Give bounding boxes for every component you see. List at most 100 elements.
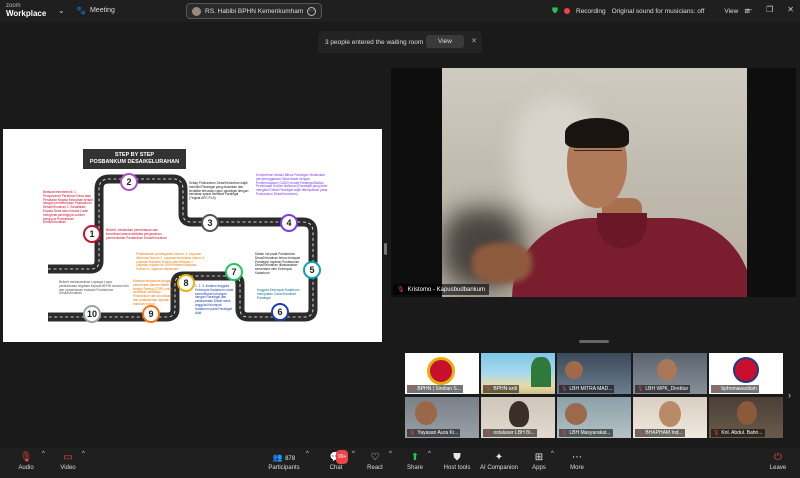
host-tools-button[interactable]: ⛊ Host tools: [440, 451, 474, 471]
participant-tile[interactable]: 🎙 LBH WPK_Direktur: [633, 353, 707, 394]
avatar: [192, 6, 201, 16]
participant-tile[interactable]: 🎙 BPHN | Sindian S...: [405, 353, 479, 394]
react-label: React: [367, 465, 383, 471]
video-button[interactable]: ▭ Video: [56, 451, 80, 471]
step-1: 1: [83, 225, 101, 243]
meeting-menu[interactable]: 🐾 Meeting: [76, 6, 115, 15]
participant-label: 🎙 LBH Masyarakat...: [559, 429, 613, 437]
face: [565, 361, 583, 379]
participant-label: 🎙 BPHN | Sindian S...: [407, 385, 463, 393]
more-icon[interactable]: ⋯: [307, 6, 317, 16]
close-icon[interactable]: ✕: [471, 37, 477, 45]
step-6: 6: [271, 303, 289, 321]
face: [565, 403, 587, 425]
more-label: More: [570, 465, 584, 471]
participant-tile[interactable]: 🎙 BHAPHAM Ind...: [633, 397, 707, 438]
mic-muted-icon: 🎙: [713, 430, 720, 436]
participant-name: BHAPHAM Ind...: [645, 430, 683, 436]
chevron-up-icon[interactable]: ^: [551, 451, 554, 457]
chevron-right-icon[interactable]: ›: [788, 390, 791, 400]
more-button[interactable]: ⋯ More: [566, 451, 588, 471]
participant-name: BPHN | Sindian S...: [417, 386, 461, 392]
chevron-down-icon[interactable]: ⌄: [58, 6, 65, 15]
mic-muted-icon: 🎙: [485, 430, 492, 436]
share-button[interactable]: ⬆ Share: [403, 451, 427, 471]
chevron-up-icon[interactable]: ^: [428, 451, 431, 457]
top-bar: zoom Workplace ⌄ 🐾 Meeting RS. Habibi BP…: [0, 0, 800, 22]
view-button[interactable]: View: [724, 8, 738, 15]
participant-label: 🎙 Yayasan Aura Kr...: [407, 429, 461, 437]
chat-label: Chat: [329, 465, 343, 471]
chevron-up-icon[interactable]: ^: [42, 451, 45, 457]
shield-icon[interactable]: ⛊: [552, 6, 558, 16]
recording-label[interactable]: Recording: [576, 8, 606, 15]
chat-button[interactable]: 💬99+ Chat: [324, 450, 349, 471]
participants-button[interactable]: 👥 878 Participants: [264, 451, 304, 471]
road-diagram: [48, 174, 318, 322]
audio-status[interactable]: Original sound for musicians: off: [612, 8, 705, 15]
participant-tile[interactable]: 🎙 bphnmawaddah: [709, 353, 783, 394]
chat-badge: 99+: [336, 450, 349, 464]
chevron-up-icon[interactable]: ^: [306, 451, 309, 457]
step-3: 3: [201, 214, 219, 232]
participants-icon: 👥 878: [272, 453, 296, 462]
toast-view-button[interactable]: View: [426, 35, 464, 48]
mic-muted-icon: 🎙: [409, 430, 416, 436]
note-step-1b: Bekerti: melakukan pemantauan dan koordi…: [106, 228, 167, 240]
participant-tile[interactable]: 🎙 LBH Masyarakat...: [557, 397, 631, 438]
participant-label: 🎙 Knl. Abdul. Bahri...: [711, 429, 765, 437]
participant-name: bphnmawaddah: [721, 386, 757, 392]
leave-button[interactable]: ⏻ Leave: [766, 451, 790, 471]
split-handle[interactable]: [384, 243, 387, 255]
participant-name: Knl. Abdul. Bahri...: [721, 430, 763, 436]
brand-bottom: Workplace: [6, 9, 47, 18]
share-icon: ⬆: [410, 452, 420, 463]
ai-companion-button[interactable]: ✦ AI Companion: [478, 451, 520, 471]
room-pill[interactable]: RS. Habibi BPHN Kemenkumham ⋯: [186, 3, 323, 19]
step-2: 2: [120, 173, 138, 191]
participant-label: 🎙 BHAPHAM Ind...: [635, 429, 685, 437]
mic-muted-icon: 🎙: [485, 386, 492, 392]
participant-gallery: 🎙 BPHN | Sindian S... 🎙 BPHN-ardi 🎙 LBH MIT…: [405, 353, 783, 438]
participant-tile[interactable]: 🎙 ostalaser LBH Bi...: [481, 397, 555, 438]
speaker-video-frame: [442, 68, 747, 297]
mic-muted-icon: 🎙: [409, 386, 416, 392]
mic-muted-icon: 🎙: [397, 287, 405, 293]
minimize-icon[interactable]: –: [748, 5, 752, 14]
face: [659, 401, 681, 427]
mic-muted-icon: 🎙: [19, 452, 33, 463]
chevron-up-icon[interactable]: ^: [352, 451, 355, 457]
close-icon[interactable]: ✕: [787, 5, 794, 14]
audio-button[interactable]: 🎙 Audio: [14, 451, 38, 471]
participant-tile[interactable]: 🎙 LBH MITRA MAD...: [557, 353, 631, 394]
note-step-7: Pelaksanaan penanganan hukum: 1. Layanan…: [136, 252, 206, 272]
shared-screen[interactable]: STEP BY STEP POSBANKUM DESA/KELURAHAN 1 …: [3, 129, 382, 342]
participant-tile[interactable]: 🎙 Knl. Abdul. Bahri...: [709, 397, 783, 438]
note-step-5: Dalam hal pada Posbankum Desa/Kelurahan …: [255, 252, 301, 275]
chevron-up-icon[interactable]: ^: [82, 451, 85, 457]
note-step-6: 1. 2. 3. Instansi anggota Kelompok Kadar…: [195, 284, 234, 315]
participant-tile[interactable]: 🎙 BPHN-ardi: [481, 353, 555, 394]
step-5: 5: [303, 261, 321, 279]
video-off-icon: ▭: [63, 452, 73, 463]
note-step-5b: Anggota Kelompok Kadarkum merupakan Calo…: [257, 288, 300, 300]
participant-label: 🎙 ostalaser LBH Bi...: [483, 429, 537, 437]
speaker-name: Kristomo - Kapusbudbankum: [407, 286, 485, 293]
restore-icon[interactable]: ❐: [766, 5, 773, 14]
chevron-up-icon[interactable]: ^: [389, 451, 392, 457]
apps-button[interactable]: ⊞ Apps: [528, 451, 550, 471]
active-speaker-video[interactable]: 🎙 Kristomo - Kapusbudbankum: [391, 68, 796, 297]
participant-name: ostalaser LBH Bi...: [493, 430, 535, 436]
shield-icon: ⛊: [453, 452, 461, 463]
step-7: 7: [225, 263, 243, 281]
react-button[interactable]: ♡ React: [363, 451, 387, 471]
participant-tile[interactable]: 🎙 Yayasan Aura Kr...: [405, 397, 479, 438]
note-step-8: Bantuan kerjasama dengan pemerintah daer…: [133, 279, 172, 306]
window-controls: – ❐ ✕: [748, 5, 794, 14]
face: [509, 401, 529, 427]
chat-icon: 💬99+: [324, 450, 349, 465]
gallery-resize-handle[interactable]: [579, 340, 609, 343]
zoom-logo: zoom Workplace: [6, 3, 47, 18]
top-bar-status: ⛊ Recording Original sound for musicians…: [552, 6, 750, 16]
speaker-name-tag: 🎙 Kristomo - Kapusbudbankum: [393, 284, 489, 295]
